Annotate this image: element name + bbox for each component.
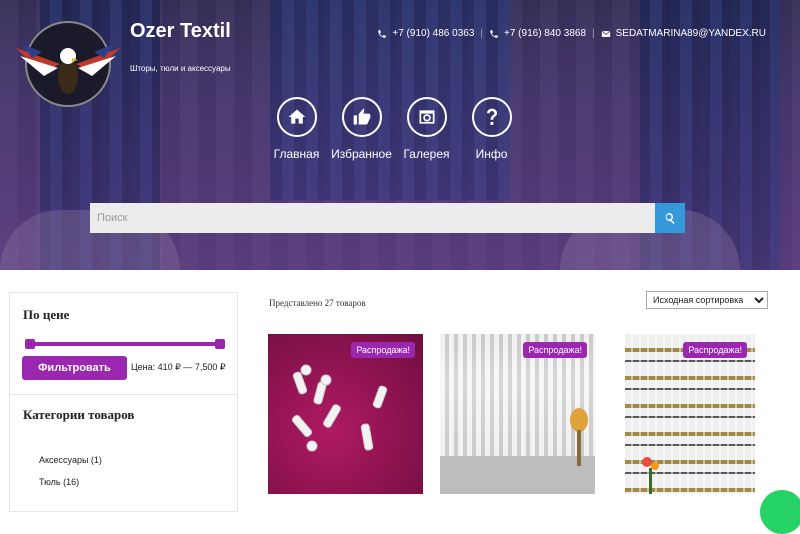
nav-label: Инфо xyxy=(475,147,508,161)
site-brand[interactable]: Ozer Textil xyxy=(130,20,231,43)
shop-sidebar: По цене Фильтровать Цена: 410 ₽ — 7,500 … xyxy=(9,292,238,512)
product-image-flowers xyxy=(642,457,659,494)
nav-item-info[interactable]: Инфо xyxy=(459,97,524,161)
sort-select[interactable]: Исходная сортировка xyxy=(646,291,768,309)
eagle-logo[interactable] xyxy=(12,18,124,110)
nav-item-gallery[interactable]: Галерея xyxy=(394,97,459,161)
category-item-tulle[interactable]: Тюль (16) xyxy=(39,477,102,499)
price-slider-track xyxy=(25,342,225,346)
product-card-2[interactable]: Распродажа! xyxy=(440,334,595,494)
contact-separator: | xyxy=(592,28,595,39)
price-slider-max-handle[interactable] xyxy=(215,339,225,349)
sidebar-divider xyxy=(10,394,237,395)
contact-bar: +7 (910) 486 0363 | +7 (916) 840 3868 | … xyxy=(377,28,766,39)
email-address: SEDATMARINA89@YANDEX.RU xyxy=(615,28,766,39)
category-list: Аксессуары (1) Тюль (16) xyxy=(39,455,102,499)
price-filter-title: По цене xyxy=(23,307,70,322)
home-icon xyxy=(276,97,317,137)
nav-label: Галерея xyxy=(403,147,450,161)
price-slider-min-handle[interactable] xyxy=(25,339,35,349)
categories-title: Категории товаров xyxy=(23,407,135,422)
nav-item-favorites[interactable]: Избранное xyxy=(329,97,394,161)
product-image-hooks xyxy=(291,364,388,452)
phone-number-1: +7 (910) 486 0363 xyxy=(392,28,475,39)
phone-link-2[interactable]: +7 (916) 840 3868 xyxy=(489,28,586,39)
product-card-3[interactable]: Распродажа! xyxy=(625,334,755,494)
phone-link-1[interactable]: +7 (910) 486 0363 xyxy=(377,28,474,39)
nav-label: Избранное xyxy=(331,147,392,161)
contact-separator: | xyxy=(480,28,483,39)
nav-label: Главная xyxy=(273,147,320,161)
nav-item-home[interactable]: Главная xyxy=(264,97,329,161)
phone-number-2: +7 (916) 840 3868 xyxy=(504,28,587,39)
envelope-icon xyxy=(601,30,611,37)
search-icon xyxy=(665,213,675,224)
phone-icon xyxy=(378,29,387,38)
site-tagline: Шторы, тюли и аксессуары xyxy=(130,64,231,73)
search-input[interactable] xyxy=(90,203,655,233)
search-bar xyxy=(90,203,685,233)
sale-badge: Распродажа! xyxy=(351,342,415,358)
product-image-plant xyxy=(570,408,588,466)
sale-badge: Распродажа! xyxy=(683,342,747,358)
question-icon xyxy=(471,97,512,137)
gallery-icon xyxy=(406,97,447,137)
main-nav: Главная Избранное Галерея Инфо xyxy=(264,97,524,161)
thumbs-up-icon xyxy=(341,97,382,137)
results-count: Представлено 27 товаров xyxy=(269,298,366,308)
filter-button[interactable]: Фильтровать xyxy=(22,356,127,380)
phone-icon xyxy=(490,29,498,38)
category-item-accessories[interactable]: Аксессуары (1) xyxy=(39,455,102,477)
product-card-1[interactable]: Распродажа! xyxy=(268,334,423,494)
price-range-text: Цена: 410 ₽ — 7,500 ₽ xyxy=(131,362,226,372)
search-button[interactable] xyxy=(655,203,685,233)
email-link[interactable]: SEDATMARINA89@YANDEX.RU xyxy=(601,28,766,39)
price-range-slider[interactable] xyxy=(25,339,225,349)
whatsapp-chat-button[interactable] xyxy=(760,490,800,534)
sale-badge: Распродажа! xyxy=(523,342,587,358)
hero-header: Ozer Textil Шторы, тюли и аксессуары +7 … xyxy=(0,0,800,270)
